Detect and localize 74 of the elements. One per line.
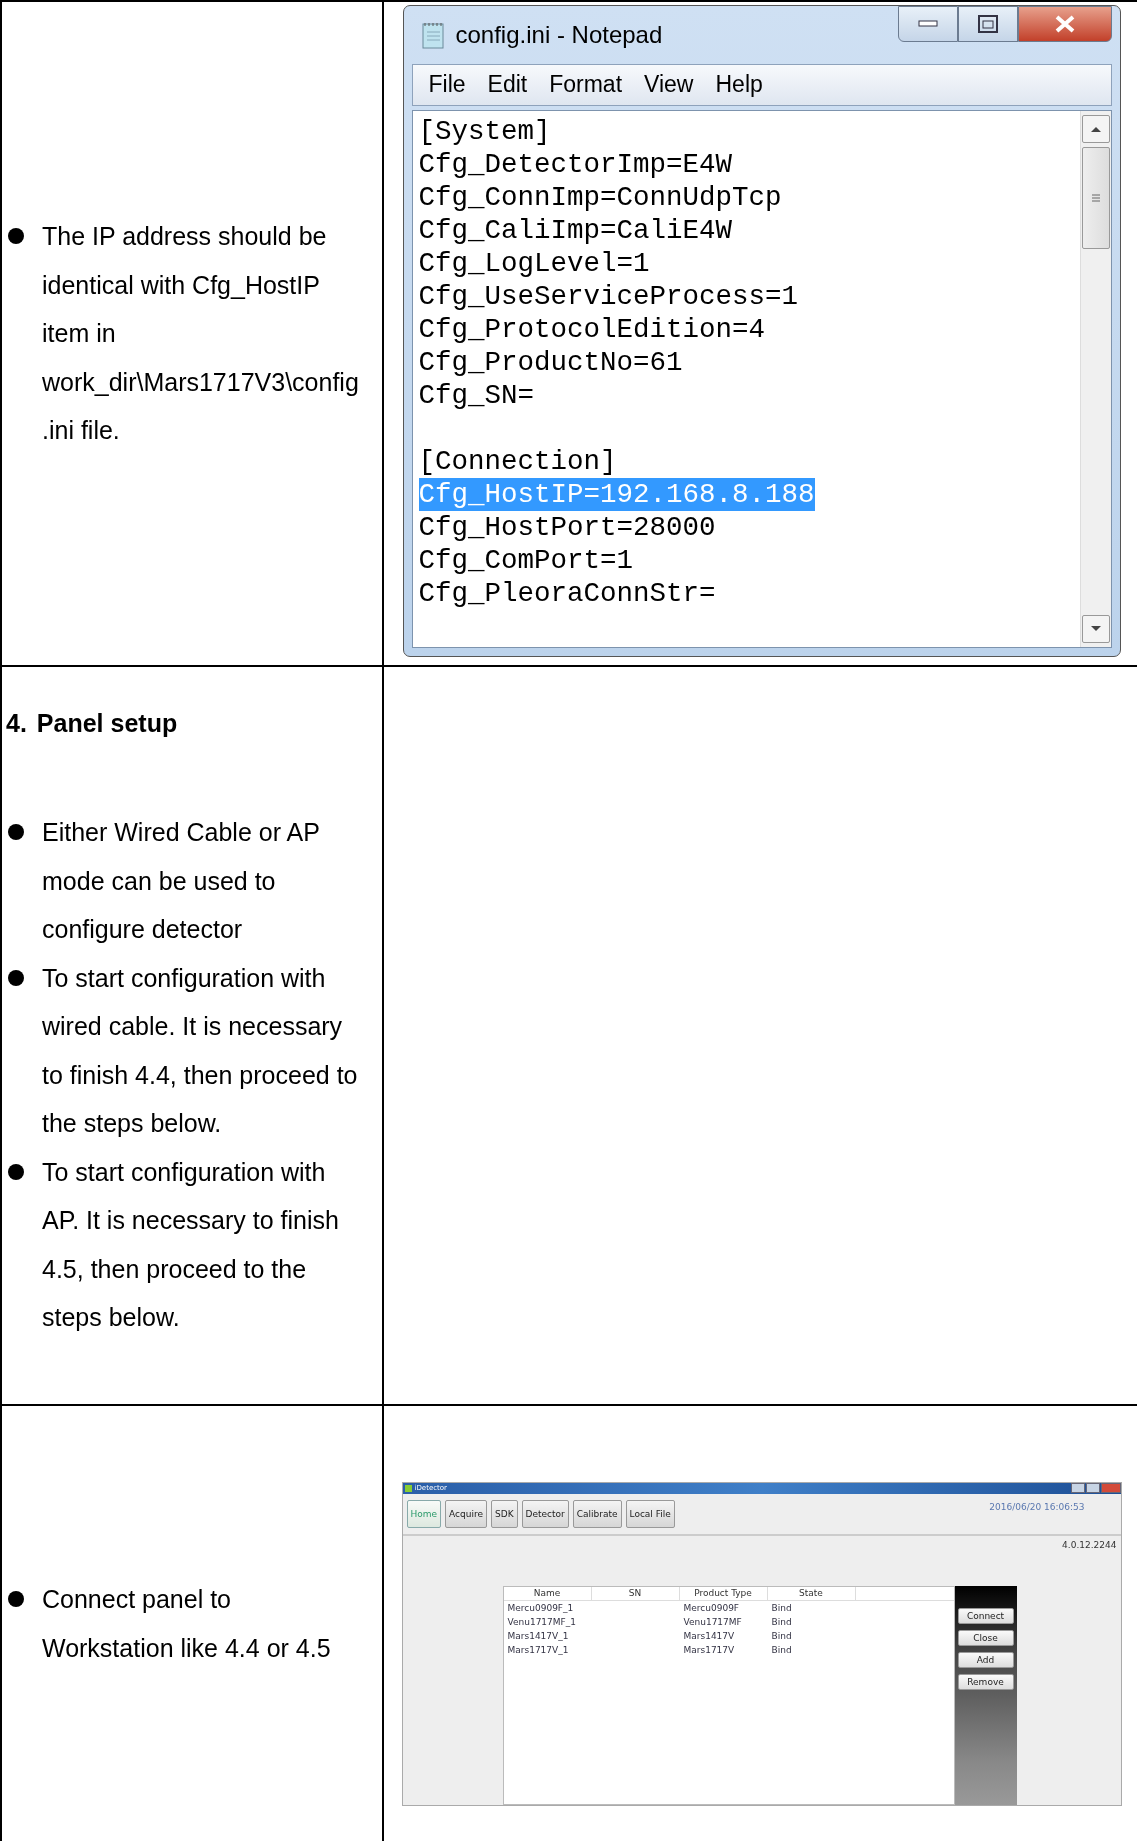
bullet-text: To start configuration with AP. It is necessary to finish 4.5, then proceed to the steps below. (42, 1156, 340, 1334)
text-line: Cfg_HostPort=28000 (418, 510, 716, 544)
minimize-button[interactable] (897, 5, 958, 42)
table-cell-text: Mercu0909F_1 (507, 1601, 575, 1615)
table-cell-text: Bind (771, 1629, 793, 1643)
tab[interactable]: Calibrate (572, 1499, 622, 1528)
text-line: Cfg_ConnImp=ConnUdpTcp (418, 180, 782, 214)
version-text: 4.0.12.2244 (1062, 1539, 1117, 1550)
scroll-down-button[interactable] (1081, 614, 1110, 643)
menu-item[interactable]: Edit (479, 71, 536, 98)
menu-item[interactable]: View (636, 71, 702, 98)
bullet-text: To start configuration with wired cable. It is necessary to finish 4.4, then proceed to the steps below. (42, 962, 359, 1140)
maximize-button[interactable] (957, 5, 1018, 42)
section-number: 4. (6, 709, 27, 739)
table-cell-text: Venu1717MF_1 (507, 1615, 577, 1629)
table-cell-text: Mars1717V (683, 1643, 736, 1657)
text-line: Cfg_PleoraConnStr= (418, 576, 716, 610)
action-button[interactable]: Add (957, 1651, 1014, 1668)
action-button[interactable]: Connect (957, 1607, 1014, 1624)
close-button[interactable] (1017, 5, 1112, 42)
text-line: Cfg_SN= (418, 378, 535, 412)
bullet-icon (8, 228, 24, 245)
table-cell-text: Bind (771, 1615, 793, 1629)
bullet-icon (8, 824, 24, 841)
scrollbar-thumb[interactable] (1081, 146, 1110, 249)
minimize-button[interactable] (1070, 1483, 1085, 1493)
app-icon (404, 1484, 412, 1492)
table-cell-text: Mercu0909F (683, 1601, 741, 1615)
action-button[interactable]: Close (957, 1629, 1014, 1646)
text-line: Cfg_UseServiceProcess=1 (418, 279, 799, 313)
table-cell-text: Bind (771, 1601, 793, 1615)
minimize-icon (917, 19, 938, 28)
menu-item[interactable]: Help (707, 71, 771, 98)
text-line: Cfg_ProtocolEdition=4 (418, 312, 766, 346)
section-heading: Panel setup (36, 709, 178, 739)
close-icon (1053, 13, 1076, 34)
tab[interactable]: Acquire (445, 1499, 487, 1528)
column-header: State (767, 1586, 856, 1600)
tab[interactable]: SDK (491, 1499, 518, 1528)
table-cell-text: Mars1417V_1 (507, 1629, 570, 1643)
table-cell-text: Mars1417V (683, 1629, 736, 1643)
menu-item[interactable]: File (420, 71, 474, 98)
bullet-icon (8, 1591, 24, 1607)
menu-item[interactable]: Format (541, 71, 631, 98)
maximize-icon (977, 14, 998, 33)
text-line: Cfg_ComPort=1 (418, 543, 634, 577)
text-line: [System] (418, 114, 551, 148)
grip-icon (1089, 191, 1102, 204)
down-arrow-icon (1089, 624, 1102, 633)
bullet-text: Either Wired Cable or AP mode can be used to configure detector (42, 817, 321, 946)
maximize-button[interactable] (1085, 1483, 1100, 1493)
action-button[interactable]: Remove (957, 1673, 1014, 1690)
date-time: 2016/06/20 16:06:53 (989, 1501, 1085, 1512)
column-header: Product Type (679, 1586, 768, 1600)
scroll-up-button[interactable] (1081, 114, 1110, 143)
bullet-text: The IP address should be identical with Cfg_HostIP item in work_dir\Mars1717V3\config.ini file. (42, 221, 360, 447)
table-cell-text: Venu1717MF (683, 1615, 743, 1629)
text-line: Cfg_DetectorImp=E4W (418, 147, 733, 181)
column-header: Name (503, 1586, 592, 1600)
window-title: config.ini - Notepad (455, 20, 663, 49)
text-line: [Connection] (418, 444, 617, 478)
table-cell-text: Bind (771, 1643, 793, 1657)
column-header: SN (591, 1586, 680, 1600)
tab[interactable]: Local File (625, 1499, 675, 1528)
text-line: Cfg_CaliImp=CaliE4W (418, 213, 733, 247)
bullet-icon (8, 969, 24, 986)
tab[interactable]: Detector (521, 1499, 569, 1528)
notepad-icon (419, 20, 446, 49)
up-arrow-icon (1089, 124, 1102, 133)
bullet-text: Connect panel to Workstation like 4.4 or 4.5 (42, 1584, 332, 1664)
text-line: Cfg_LogLevel=1 (418, 246, 650, 280)
text-line: Cfg_ProductNo=61 (418, 345, 683, 379)
table-cell-text: Mars1717V_1 (507, 1643, 570, 1657)
bullet-icon (8, 1163, 24, 1180)
